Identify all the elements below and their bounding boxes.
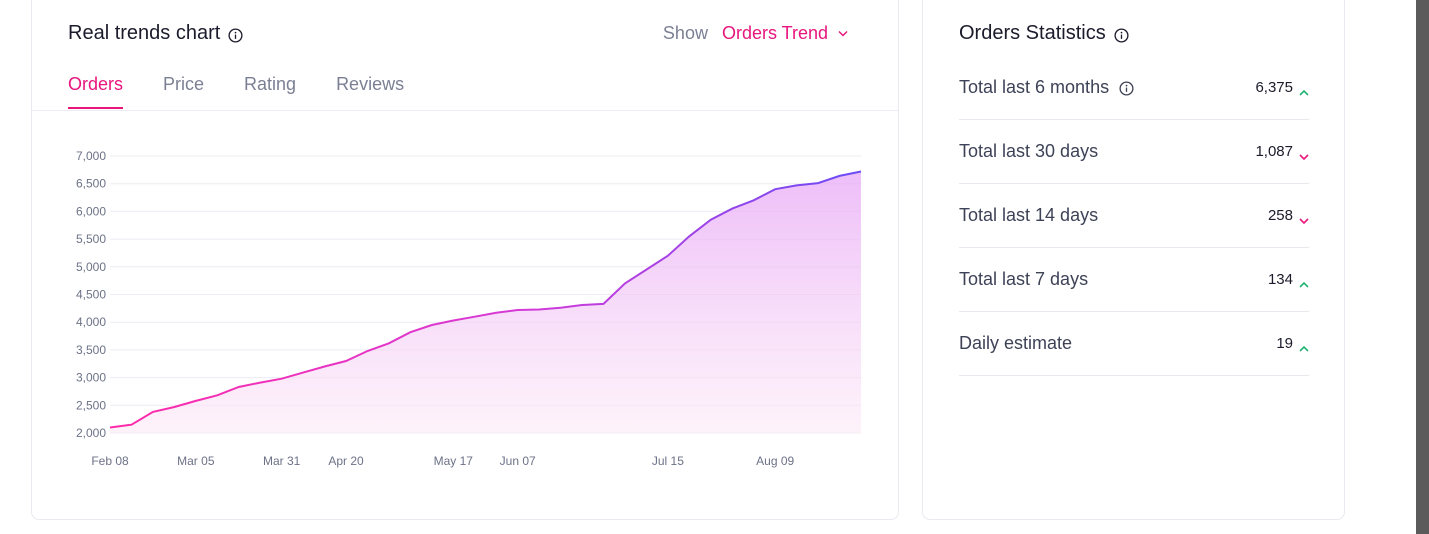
chevron-down-icon: [1299, 148, 1309, 160]
orders-chart: 2,000 2,500 3,000 3,500 4,000 4,500 5,000 5,500…: [76, 149, 862, 468]
tab-price[interactable]: Price: [163, 74, 204, 109]
x-tick-label: Mar 05: [177, 454, 215, 468]
tab-reviews[interactable]: Reviews: [336, 74, 404, 109]
x-tick-label: Jul 15: [652, 454, 684, 468]
info-icon[interactable]: [228, 26, 243, 43]
stat-value-group: 6,375: [1255, 79, 1309, 96]
scrollbar[interactable]: [1416, 0, 1429, 534]
tabs-divider: [32, 110, 898, 111]
y-tick-label: 5,000: [76, 260, 106, 274]
y-axis-ticks: 2,000 2,500 3,000 3,500 4,000 4,500 5,000 5,500…: [76, 149, 106, 440]
show-label: Show: [662, 23, 708, 43]
trend-tabs: Orders Price Rating Reviews: [68, 74, 404, 109]
x-tick-label: Feb 08: [91, 454, 129, 468]
stat-value: 1,087: [1255, 143, 1293, 160]
trend-title: Real trends chart: [68, 22, 221, 44]
x-axis-ticks: Feb 08 Mar 05 Mar 31 Apr 20 May 17 Jun 07 Jul …: [91, 454, 794, 468]
stats-list: Total last 6 months 6,375 Total last 30 da…: [959, 56, 1309, 376]
stat-value: 19: [1276, 335, 1293, 352]
y-tick-label: 6,500: [76, 177, 106, 191]
x-tick-label: May 17: [434, 454, 474, 468]
stat-label: Daily estimate: [959, 333, 1073, 353]
stats-title-group: Orders Statistics: [959, 22, 1129, 45]
stat-label: Total last 30 days: [959, 141, 1099, 161]
stat-row: Total last 7 days 134: [959, 248, 1309, 312]
stat-label-group: Total last 30 days: [959, 141, 1098, 162]
x-tick-label: Aug 09: [756, 454, 794, 468]
y-tick-label: 5,500: [76, 232, 106, 246]
chevron-down-icon: [1299, 212, 1309, 224]
show-dropdown-value: Orders Trend: [721, 23, 828, 43]
show-dropdown[interactable]: Orders Trend: [722, 23, 848, 44]
stat-label-group: Total last 7 days: [959, 269, 1088, 290]
stat-value-group: 258: [1268, 207, 1309, 224]
info-icon[interactable]: [1119, 80, 1134, 96]
stat-label: Total last 7 days: [959, 269, 1089, 289]
chevron-down-icon: [838, 30, 848, 37]
tab-orders[interactable]: Orders: [68, 74, 124, 109]
stat-value-group: 19: [1276, 335, 1309, 352]
trend-title-group: Real trends chart: [68, 22, 243, 45]
stat-row: Total last 30 days 1,087: [959, 120, 1309, 184]
stat-value-group: 134: [1268, 271, 1309, 288]
stats-title: Orders Statistics: [959, 22, 1106, 44]
stat-label: Total last 14 days: [959, 205, 1099, 225]
y-tick-label: 4,500: [76, 288, 106, 302]
stat-row: Total last 6 months 6,375: [959, 56, 1309, 120]
x-tick-label: Apr 20: [328, 454, 364, 468]
chevron-up-icon: [1299, 84, 1309, 96]
y-tick-label: 7,000: [76, 149, 106, 163]
y-tick-label: 4,000: [76, 315, 106, 329]
y-tick-label: 2,000: [76, 426, 106, 440]
stat-label-group: Total last 14 days: [959, 205, 1098, 226]
x-tick-label: Mar 31: [263, 454, 301, 468]
stat-row: Daily estimate 19: [959, 312, 1309, 376]
tab-rating[interactable]: Rating: [244, 74, 296, 109]
y-tick-label: 2,500: [76, 398, 106, 412]
stat-label: Total last 6 months: [959, 77, 1110, 97]
y-tick-label: 3,000: [76, 371, 106, 385]
stat-value-group: 1,087: [1255, 143, 1309, 160]
stats-card: Orders Statistics Total last 6 months 6,3…: [922, 0, 1345, 520]
y-tick-label: 3,500: [76, 343, 106, 357]
stat-value: 258: [1267, 207, 1293, 224]
stat-value: 6,375: [1255, 79, 1293, 96]
show-selector: Show Orders Trend: [663, 23, 848, 44]
stat-value: 134: [1267, 271, 1293, 288]
x-tick-label: Jun 07: [500, 454, 536, 468]
trend-card: Real trends chart Show Orders Trend Orde…: [31, 0, 899, 520]
chevron-up-icon: [1299, 276, 1309, 288]
stat-label-group: Daily estimate: [959, 333, 1072, 354]
stat-label-group: Total last 6 months: [959, 77, 1134, 98]
info-icon[interactable]: [1114, 26, 1129, 43]
y-tick-label: 6,000: [76, 204, 106, 218]
stat-row: Total last 14 days 258: [959, 184, 1309, 248]
chevron-up-icon: [1299, 340, 1309, 352]
